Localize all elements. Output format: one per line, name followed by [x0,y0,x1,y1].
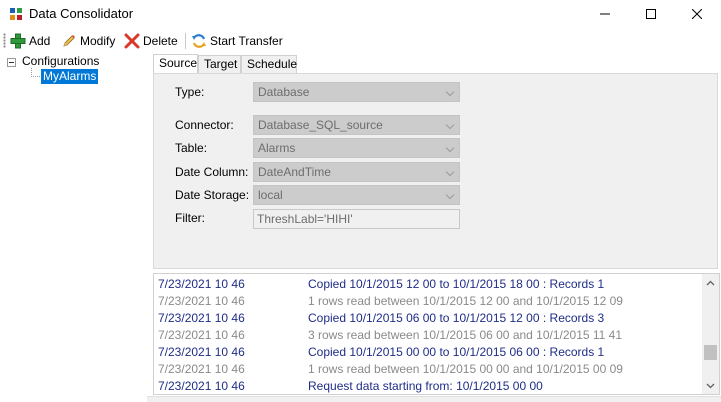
log-scrollbar[interactable] [702,274,719,394]
date-column-value: DateAndTime [258,165,331,179]
chevron-down-icon [706,383,715,388]
maximize-button[interactable] [628,0,674,28]
chevron-up-icon [706,280,715,285]
log-message: Copied 10/1/2015 00 00 to 10/1/2015 06 0… [308,345,605,359]
refresh-icon [192,34,206,48]
type-value: Database [258,85,310,99]
table-select[interactable]: Alarms [253,138,460,158]
tab-schedule[interactable]: Schedule [241,55,297,74]
date-storage-label: Date Storage: [175,188,250,202]
minimize-button[interactable] [582,0,628,28]
pencil-icon [63,35,75,47]
log-time: 7/23/2021 10 46 [158,311,245,325]
log-time: 7/23/2021 10 46 [158,362,245,376]
connector-select[interactable]: Database_SQL_source [253,115,460,135]
chevron-down-icon [445,87,455,97]
tab-source[interactable]: Source [153,54,198,74]
toolbar: Add Modify Delete Start Transfer [0,28,721,53]
date-column-label: Date Column: [175,165,249,179]
connector-value: Database_SQL_source [258,118,383,132]
log-list[interactable]: 7/23/2021 10 46 Copied 10/1/2015 12 00 t… [153,273,720,395]
filter-label: Filter: [175,211,205,225]
date-storage-value: local [258,188,283,202]
app-icon [9,7,23,21]
tree-item-myalarms[interactable]: MyAlarms [41,69,99,84]
scroll-up-button[interactable] [702,274,719,291]
connector-label: Connector: [175,118,234,132]
close-button[interactable] [674,0,720,28]
tree-collapse-toggle[interactable] [7,58,16,67]
log-time: 7/23/2021 10 46 [158,379,245,393]
type-label: Type: [175,85,205,99]
horizontal-scrollbar[interactable] [147,396,721,402]
start-transfer-button[interactable]: Start Transfer [191,31,283,51]
add-icon [10,33,26,49]
table-value: Alarms [258,141,296,155]
filter-input[interactable]: ThreshLabl='HIHI' [253,209,460,229]
toolbar-grip[interactable] [3,33,6,48]
start-transfer-label: Start Transfer [210,34,283,48]
minimize-icon [600,13,610,15]
modify-label: Modify [80,34,116,48]
modify-button[interactable]: Modify [61,31,115,51]
date-column-select[interactable]: DateAndTime [253,162,460,182]
date-storage-select[interactable]: local [253,185,460,205]
log-message: Request data starting from: 10/1/2015 00… [308,379,543,393]
delete-icon [124,33,140,49]
chevron-down-icon [445,143,455,153]
configurations-tree[interactable] [0,53,148,402]
log-time: 7/23/2021 10 46 [158,328,245,342]
title-bar: Data Consolidator [0,0,721,28]
maximize-icon [646,9,656,19]
scroll-down-button[interactable] [702,377,719,394]
tree-connector-line [31,76,40,77]
toolbar-separator [185,33,186,49]
chevron-down-icon [445,120,455,130]
delete-button[interactable]: Delete [124,31,178,51]
log-time: 7/23/2021 10 46 [158,277,245,291]
window-title: Data Consolidator [29,6,134,21]
add-label: Add [29,34,51,48]
log-message: 1 rows read between 10/1/2015 12 00 and … [308,294,623,308]
add-button[interactable]: Add [10,31,50,51]
tab-target[interactable]: Target [198,55,241,74]
log-message: 3 rows read between 10/1/2015 06 00 and … [308,328,623,342]
delete-label: Delete [143,34,178,48]
log-message: Copied 10/1/2015 06 00 to 10/1/2015 12 0… [308,311,605,325]
chevron-down-icon [445,190,455,200]
scroll-thumb[interactable] [704,345,717,360]
log-message: Copied 10/1/2015 12 00 to 10/1/2015 18 0… [308,277,605,291]
log-message: 1 rows read between 10/1/2015 00 00 and … [308,362,623,376]
tree-item-configurations[interactable]: Configurations [22,54,99,68]
chevron-down-icon [445,167,455,177]
log-time: 7/23/2021 10 46 [158,294,245,308]
table-label: Table: [175,141,208,155]
log-time: 7/23/2021 10 46 [158,345,245,359]
close-icon [692,9,702,19]
type-select[interactable]: Database [253,82,460,102]
